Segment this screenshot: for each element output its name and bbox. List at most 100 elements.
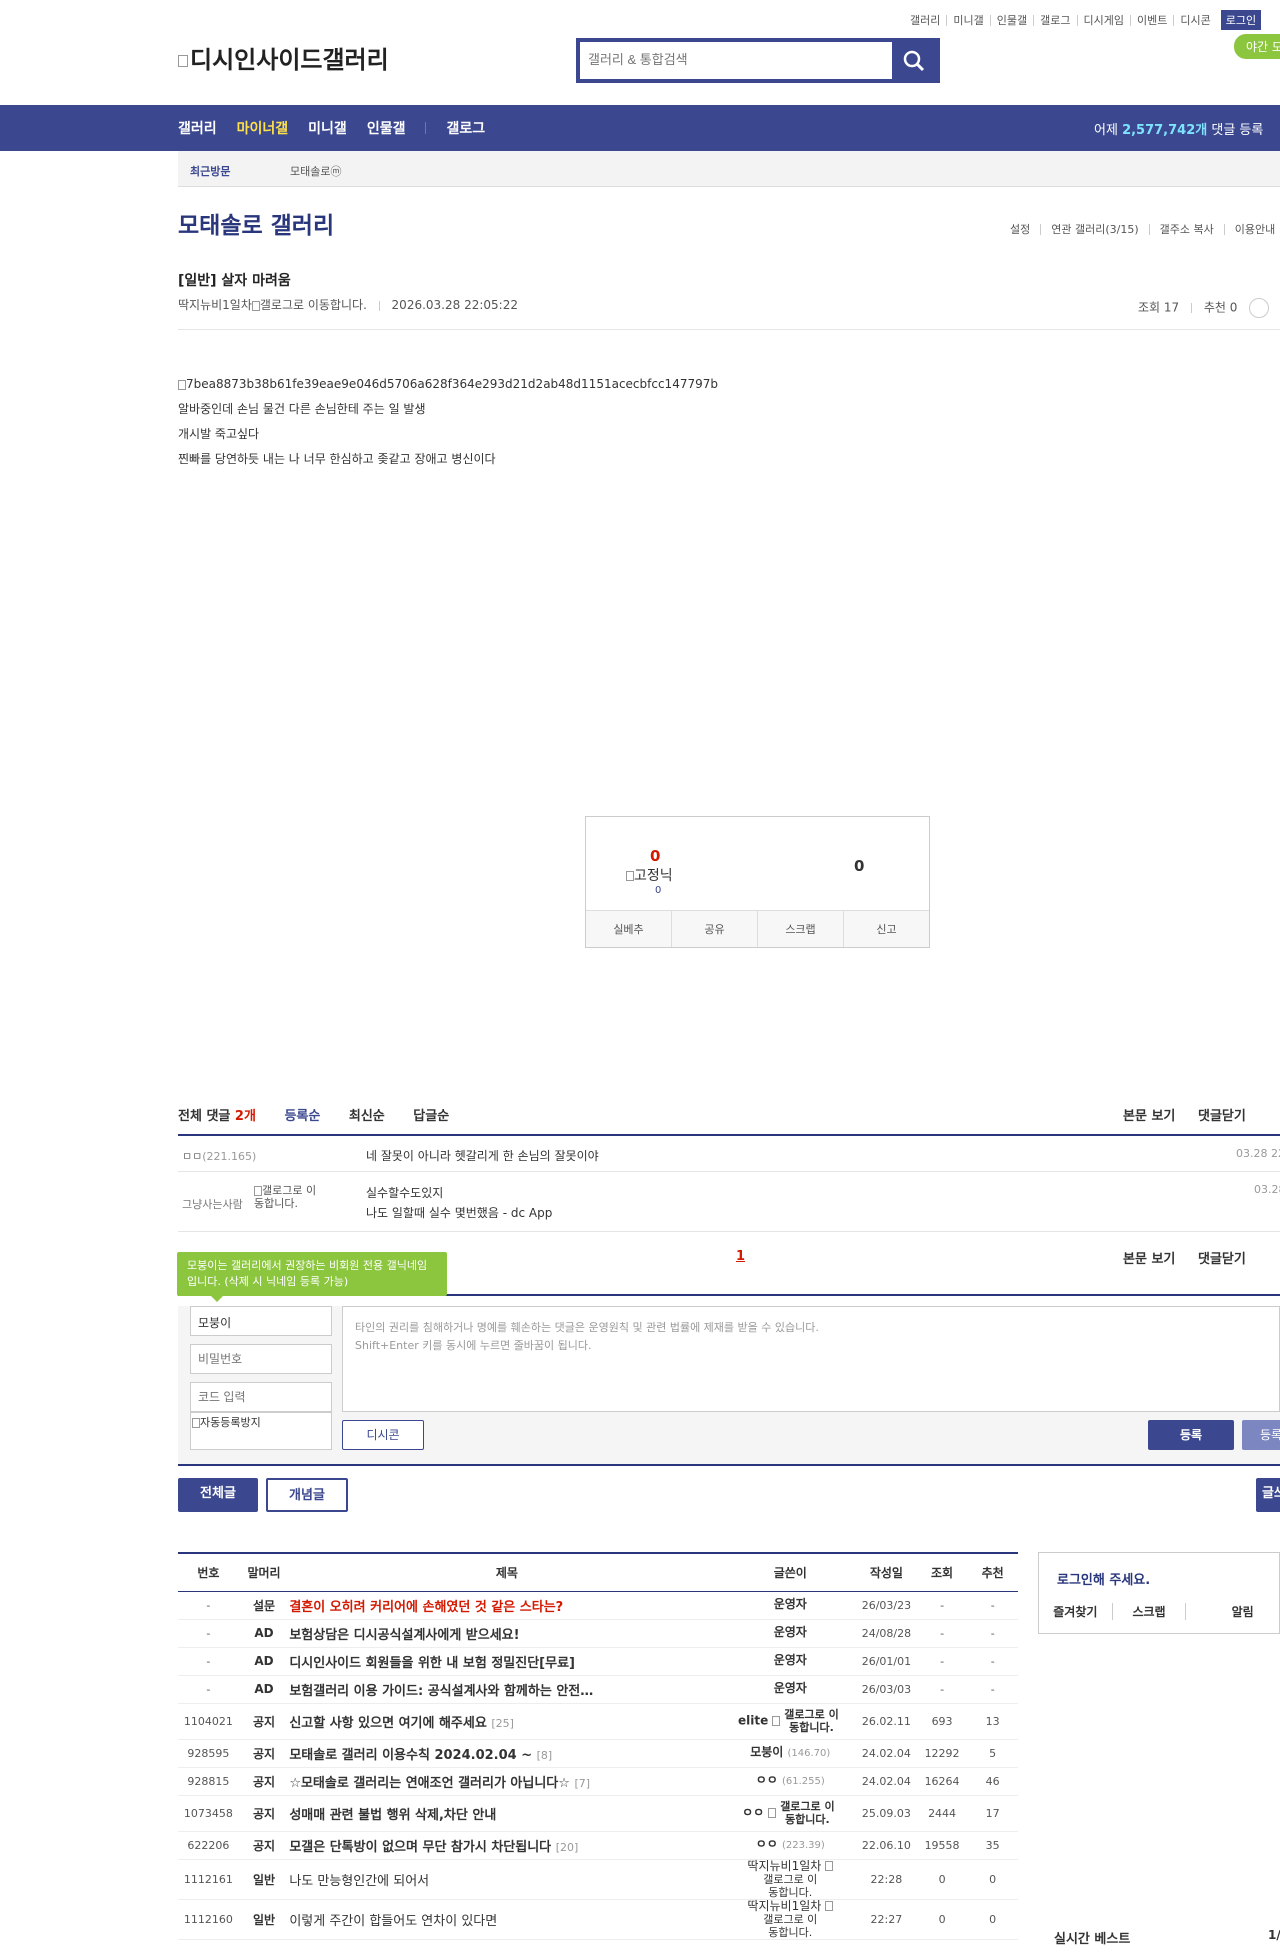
- recent-visit-item[interactable]: 모태솔로ⓜ: [290, 163, 341, 179]
- nav-gallog[interactable]: 갤로그: [446, 118, 485, 138]
- scrap-button[interactable]: 스크랩: [757, 911, 843, 947]
- nav-gallery[interactable]: 갤러리: [178, 118, 217, 138]
- copy-gallery-url-link[interactable]: 갤주소 복사: [1148, 224, 1224, 235]
- post-writer[interactable]: ㅇㅇ (61.255): [724, 1767, 857, 1796]
- post-title-link[interactable]: 모갤은 단톡방이 없으며 무단 참가시 차단됩니다: [289, 1840, 551, 1855]
- top-menu-dccon[interactable]: 디시콘: [1173, 14, 1216, 26]
- post-title-link[interactable]: 신고할 사항 있으면 여기에 해주세요: [289, 1716, 487, 1731]
- post-title-link[interactable]: 나도 만능형인간에 되어서: [289, 1874, 429, 1889]
- top-menu-minigall[interactable]: 미니갤: [946, 14, 989, 26]
- comment-page[interactable]: 1: [736, 1249, 745, 1264]
- table-row[interactable]: - AD 보험갤러리 이용 가이드: 공식설계사와 함께하는 안전… 운영자 26/…: [178, 1675, 1018, 1704]
- post-writer[interactable]: 운영자: [724, 1591, 857, 1620]
- post-title-cell[interactable]: 디시인사이드 회원들을 위한 내 보험 정밀진단[무료]: [289, 1647, 725, 1676]
- gallery-settings-link[interactable]: 설정: [1000, 224, 1040, 235]
- nav-person-gallery[interactable]: 인물갤: [367, 118, 406, 138]
- top-menu-gallery[interactable]: 갤러리: [904, 15, 946, 26]
- top-menu-persongall[interactable]: 인물갤: [989, 14, 1033, 26]
- close-comments-link[interactable]: 댓글닫기: [1198, 1105, 1246, 1124]
- writer-gallog[interactable]: 갤로그로 이동합니다.: [759, 1913, 821, 1939]
- upvote-count[interactable]: 0: [650, 847, 660, 865]
- more-circle-icon[interactable]: [1249, 298, 1270, 318]
- post-title-link[interactable]: 보험상담은 디시공식설계사에게 받으세요!: [289, 1628, 519, 1643]
- post-title-cell[interactable]: 모갤은 단톡방이 없으며 무단 참가시 차단됩니다 [20]: [289, 1831, 725, 1860]
- comment-gallog-link[interactable]: 갤로그로 이동합니다.: [254, 1184, 326, 1210]
- related-gallery-link[interactable]: 연관 갤러리(3/15): [1040, 224, 1148, 235]
- view-body-link[interactable]: 본문 보기: [1123, 1105, 1175, 1124]
- writer-gallog[interactable]: 갤로그로 이동합니다.: [776, 1800, 838, 1826]
- table-row[interactable]: - 설문 결혼이 오히려 커리어에 손해였던 것 같은 스타는? 운영자 26/03…: [178, 1591, 1018, 1620]
- post-comment-count[interactable]: [20]: [556, 1841, 579, 1854]
- table-row[interactable]: 622206 공지 모갤은 단톡방이 없으며 무단 참가시 차단됩니다 [20] ㅇㅇ…: [178, 1831, 1018, 1860]
- post-writer[interactable]: 운영자: [724, 1675, 857, 1704]
- favorites-link[interactable]: 즐겨찾기: [1039, 1603, 1112, 1620]
- post-title-link[interactable]: ☆모태솔로 갤러리는 연애조언 갤러리가 아닙니다☆: [289, 1776, 570, 1791]
- usage-guide-link[interactable]: 이용안내: [1223, 224, 1280, 235]
- post-title-cell[interactable]: 나도 만능형인간에 되어서: [289, 1859, 725, 1900]
- comment-textarea[interactable]: 타인의 권리를 침해하거나 명예를 훼손하는 댓글은 운영원칙 및 관련 법률에…: [342, 1306, 1280, 1412]
- post-writer[interactable]: elite 갤로그로 이동합니다.: [724, 1703, 857, 1740]
- post-title-cell[interactable]: ☆모태솔로 갤러리는 연애조언 갤러리가 아닙니다☆ [7]: [289, 1767, 725, 1796]
- tab-concept-posts[interactable]: 개념글: [266, 1478, 348, 1512]
- site-logo[interactable]: 디시인사이드갤러리: [178, 40, 389, 75]
- post-title-link[interactable]: 보험갤러리 이용 가이드: 공식설계사와 함께하는 안전…: [289, 1684, 593, 1699]
- post-title-link[interactable]: 디시인사이드 회원들을 위한 내 보험 정밀진단[무료]: [289, 1656, 575, 1671]
- post-title-link[interactable]: 모태솔로 갤러리 이용수칙 2024.02.04 ~: [289, 1748, 532, 1763]
- post-title-cell[interactable]: 성매매 관련 불법 행위 삭제,차단 안내: [289, 1795, 725, 1832]
- captcha-code-field[interactable]: [190, 1382, 332, 1412]
- sort-latest[interactable]: 최신순: [349, 1109, 385, 1124]
- writer-gallog[interactable]: 갤로그로 이동합니다.: [759, 1873, 821, 1899]
- post-title-cell[interactable]: 신고할 사항 있으면 여기에 해주세요 [25]: [289, 1703, 725, 1740]
- downvote-count[interactable]: 0: [854, 857, 864, 875]
- sort-replies[interactable]: 답글순: [413, 1109, 449, 1124]
- password-field[interactable]: [190, 1344, 332, 1374]
- search-button[interactable]: [892, 42, 936, 79]
- nav-minor-gallery[interactable]: 마이너갤: [237, 118, 289, 138]
- post-title-cell[interactable]: 이렇게 주간이 합들어도 연차이 있다면: [289, 1899, 725, 1940]
- post-title-link[interactable]: 결혼이 오히려 커리어에 손해였던 것 같은 스타는?: [289, 1600, 563, 1615]
- post-comment-count[interactable]: [8]: [537, 1749, 553, 1762]
- sort-registered[interactable]: 등록순: [284, 1109, 320, 1124]
- post-title-link[interactable]: 성매매 관련 불법 행위 삭제,차단 안내: [289, 1808, 496, 1823]
- comment-nick[interactable]: 그냥사는사람: [182, 1196, 243, 1212]
- night-mode-toggle[interactable]: 야간 모드: [1234, 34, 1280, 59]
- post-author[interactable]: 딱지뉴비1일차: [178, 298, 252, 312]
- post-writer[interactable]: ㅇㅇ 갤로그로 이동합니다.: [724, 1795, 857, 1832]
- table-row[interactable]: - AD 디시인사이드 회원들을 위한 내 보험 정밀진단[무료] 운영자 26/0…: [178, 1647, 1018, 1676]
- table-row[interactable]: 928595 공지 모태솔로 갤러리 이용수칙 2024.02.04 ~ [8] 모붕…: [178, 1739, 1018, 1768]
- post-writer[interactable]: 운영자: [724, 1619, 857, 1648]
- table-row[interactable]: 1073458 공지 성매매 관련 불법 행위 삭제,차단 안내 ㅇㅇ 갤로그로 이…: [178, 1795, 1018, 1832]
- post-comment-count[interactable]: [25]: [491, 1717, 514, 1730]
- post-title-cell[interactable]: 결혼이 오히려 커리어에 손해였던 것 같은 스타는?: [289, 1591, 725, 1620]
- alarm-link[interactable]: 알림: [1185, 1603, 1279, 1620]
- login-button[interactable]: 로그인: [1220, 10, 1262, 30]
- view-body-link-2[interactable]: 본문 보기: [1123, 1248, 1175, 1267]
- post-writer[interactable]: 운영자: [724, 1647, 857, 1676]
- write-button[interactable]: 글쓰기: [1256, 1478, 1280, 1512]
- top-menu-event[interactable]: 이벤트: [1129, 14, 1173, 26]
- post-writer[interactable]: 모붕이 (146.70): [724, 1739, 857, 1768]
- dccon-button[interactable]: 디시콘: [342, 1420, 424, 1450]
- report-button[interactable]: 신고: [843, 911, 929, 947]
- search-input[interactable]: [588, 52, 888, 67]
- tab-all-posts[interactable]: 전체글: [178, 1478, 258, 1512]
- gallery-title[interactable]: 모태솔로 갤러리: [178, 206, 334, 240]
- post-title-cell[interactable]: 보험갤러리 이용 가이드: 공식설계사와 함께하는 안전…: [289, 1675, 725, 1704]
- post-writer[interactable]: 딱지뉴비1일차 갤로그로 이동합니다.: [724, 1859, 857, 1900]
- table-row[interactable]: 1112161 일반 나도 만능형인간에 되어서 딱지뉴비1일차 갤로그로 이동합니…: [178, 1859, 1018, 1900]
- post-title-cell[interactable]: 모태솔로 갤러리 이용수칙 2024.02.04 ~ [8]: [289, 1739, 725, 1768]
- share-button[interactable]: 공유: [671, 911, 757, 947]
- table-row[interactable]: 928815 공지 ☆모태솔로 갤러리는 연애조언 갤러리가 아닙니다☆ [7] ㅇㅇ…: [178, 1767, 1018, 1796]
- top-menu-dcgame[interactable]: 디시게임: [1076, 14, 1130, 26]
- submit-recommend-button[interactable]: 등록+추천: [1242, 1420, 1280, 1450]
- nav-mini-gallery[interactable]: 미니갤: [308, 118, 347, 138]
- post-writer[interactable]: ㅇㅇ (223.39): [724, 1831, 857, 1860]
- scrap-link[interactable]: 스크랩: [1111, 1603, 1186, 1620]
- submit-comment-button[interactable]: 등록: [1148, 1420, 1234, 1450]
- login-prompt[interactable]: 로그인해 주세요.: [1057, 1569, 1150, 1588]
- writer-gallog[interactable]: 갤로그로 이동합니다.: [780, 1708, 842, 1734]
- table-row[interactable]: 1112160 일반 이렇게 주간이 합들어도 연차이 있다면 딱지뉴비1일차 갤로…: [178, 1899, 1018, 1940]
- best-recommend-button[interactable]: 실베추: [586, 911, 671, 947]
- table-row[interactable]: - AD 보험상담은 디시공식설계사에게 받으세요! 운영자 24/08/28- -: [178, 1619, 1018, 1648]
- close-comments-link-2[interactable]: 댓글닫기: [1198, 1248, 1246, 1267]
